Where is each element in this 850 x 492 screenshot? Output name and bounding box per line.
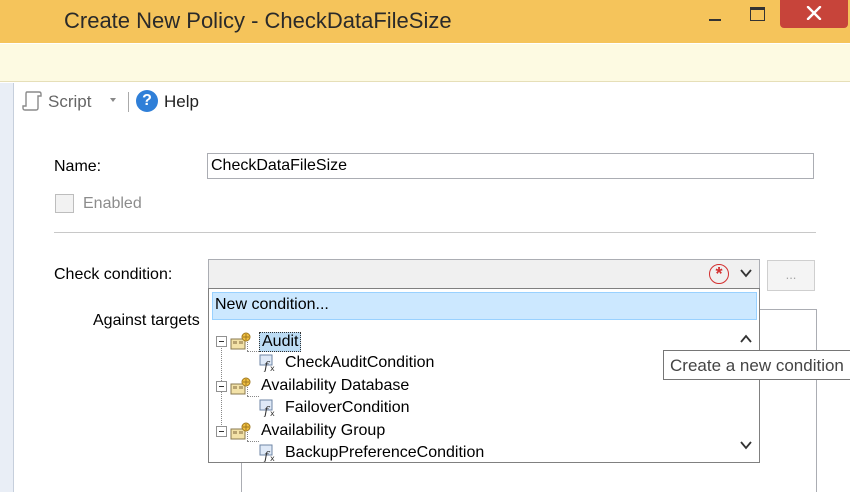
collapse-icon[interactable]	[216, 336, 227, 347]
condition-tree: Audit f x CheckAuditCondition Availabili…	[209, 325, 734, 462]
facet-icon	[230, 332, 251, 350]
svg-text:x: x	[270, 364, 275, 372]
enabled-label: Enabled	[83, 195, 142, 212]
error-icon: *	[709, 264, 729, 284]
tree-node-audit[interactable]: Audit	[216, 331, 516, 353]
help-icon[interactable]: ?	[136, 90, 158, 112]
left-pane-edge	[0, 83, 14, 492]
minimize-button[interactable]	[696, 0, 734, 30]
window-title: Create New Policy - CheckDataFileSize	[64, 8, 452, 33]
collapse-icon[interactable]	[216, 426, 227, 437]
condition-icon: f x	[259, 399, 275, 417]
facet-icon	[230, 377, 251, 395]
check-condition-combobox[interactable]: *	[208, 259, 760, 289]
scroll-down-icon[interactable]	[739, 439, 753, 451]
tree-node-availability-database[interactable]: Availability Database	[216, 376, 516, 398]
new-condition-item[interactable]: New condition...	[212, 292, 757, 320]
tree-node-availability-group[interactable]: Availability Group	[216, 421, 516, 443]
maximize-button[interactable]	[738, 0, 776, 30]
section-divider	[54, 232, 816, 233]
script-button[interactable]: Script	[48, 92, 91, 112]
tooltip: Create a new condition	[663, 350, 850, 380]
against-targets-label: Against targets	[93, 312, 200, 329]
name-field[interactable]	[207, 153, 814, 179]
enabled-checkbox[interactable]	[55, 194, 74, 213]
script-dropdown-arrow[interactable]	[110, 98, 116, 102]
svg-text:x: x	[270, 409, 275, 417]
title-bar: Create New Policy - CheckDataFileSize	[0, 0, 850, 43]
toolbar-separator	[128, 92, 129, 112]
script-icon[interactable]	[21, 90, 43, 112]
facet-label: Audit	[259, 332, 302, 352]
condition-icon: f x	[259, 354, 275, 372]
help-button[interactable]: Help	[164, 92, 199, 112]
svg-text:x: x	[270, 454, 275, 462]
tree-node-condition[interactable]: f x CheckAuditCondition	[259, 353, 559, 375]
name-label: Name:	[54, 158, 102, 175]
facet-icon	[230, 422, 251, 440]
info-bar	[0, 44, 850, 82]
collapse-icon[interactable]	[216, 381, 227, 392]
check-condition-label: Check condition:	[54, 266, 173, 283]
condition-label: FailoverCondition	[285, 399, 410, 416]
facet-label: Availability Group	[261, 422, 386, 439]
chevron-down-icon[interactable]	[739, 267, 753, 279]
tree-node-condition[interactable]: f x BackupPreferenceCondition	[259, 443, 559, 462]
condition-label: BackupPreferenceCondition	[285, 444, 485, 461]
tree-node-condition[interactable]: f x FailoverCondition	[259, 398, 559, 420]
condition-label: CheckAuditCondition	[285, 354, 435, 371]
close-button[interactable]	[780, 0, 848, 28]
facet-label: Availability Database	[261, 377, 410, 394]
scroll-up-icon[interactable]	[739, 333, 753, 345]
toolbar: Script ? Help	[14, 83, 850, 120]
browse-condition-button[interactable]: ...	[767, 260, 815, 291]
close-icon	[806, 6, 822, 20]
condition-icon: f x	[259, 444, 275, 462]
